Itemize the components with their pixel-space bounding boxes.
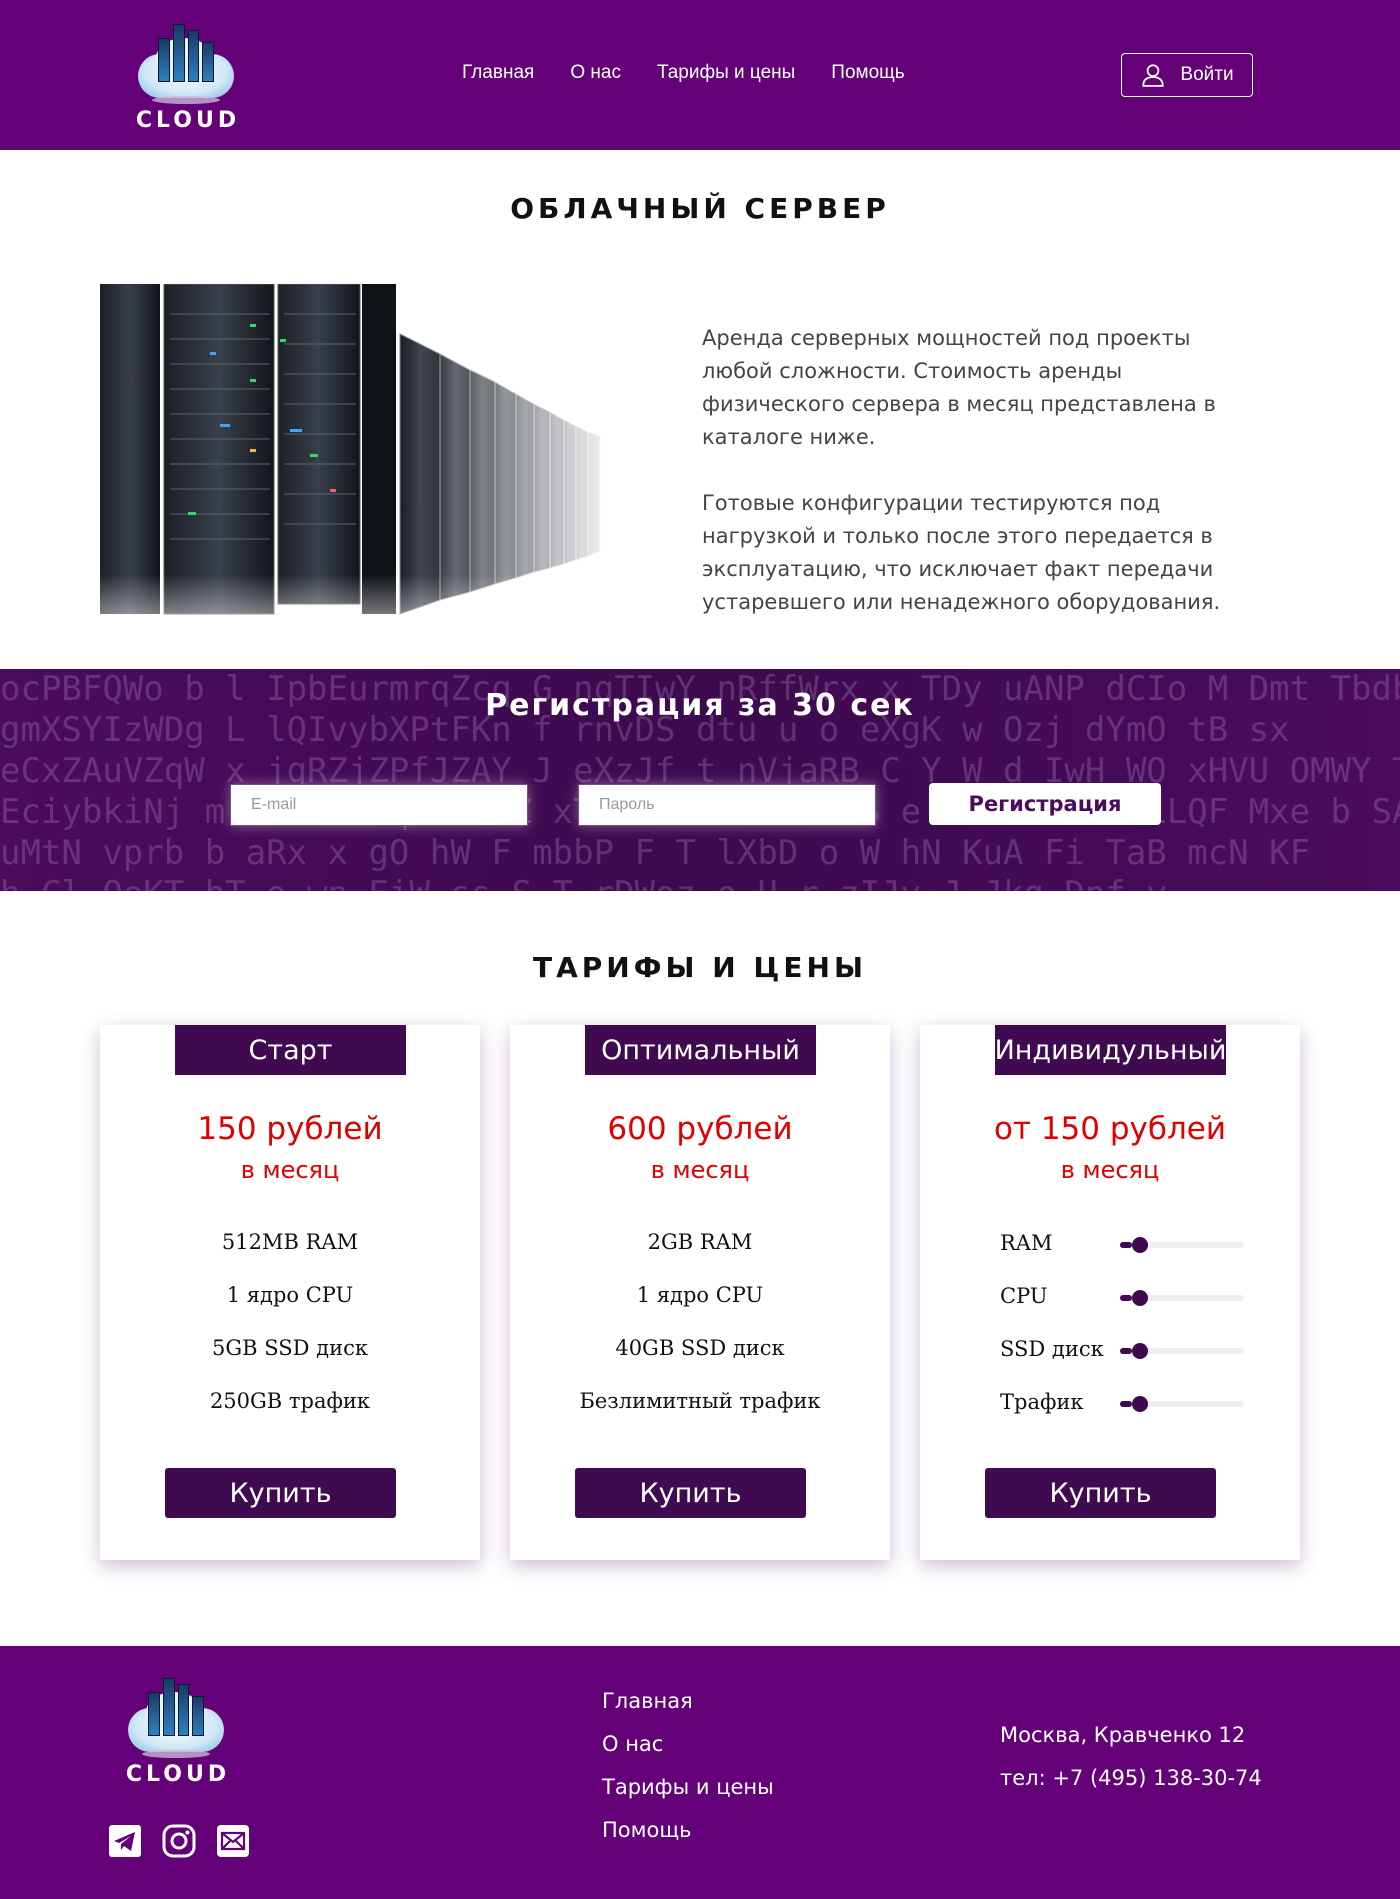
main-nav: Главная О нас Тарифы и цены Помощь <box>462 62 905 84</box>
address: Москва, Кравченко 12 <box>1000 1723 1246 1747</box>
plan-price: 150 рублей <box>197 1111 383 1147</box>
slider-handle[interactable] <box>1132 1237 1148 1253</box>
social-links <box>108 1824 250 1858</box>
plan-period: в месяц <box>650 1156 750 1184</box>
slider-label: SSD диск <box>1000 1337 1104 1361</box>
slider-handle[interactable] <box>1132 1290 1148 1306</box>
slider-track[interactable] <box>1120 1237 1244 1253</box>
instagram-icon[interactable] <box>162 1824 196 1858</box>
feature-item: 1 ядро CPU <box>226 1283 354 1307</box>
nav-home[interactable]: Главная <box>462 62 534 84</box>
logo-text: CLOUD <box>125 1762 231 1787</box>
buy-button[interactable]: Купить <box>985 1468 1216 1518</box>
email-input[interactable]: E-mail <box>230 784 528 826</box>
slider-handle[interactable] <box>1132 1343 1148 1359</box>
logo-server-icon <box>148 1678 204 1736</box>
plan-card-optimal: Оптимальный 600 рублей в месяц 2GB RAM 1… <box>510 1025 890 1560</box>
buy-button[interactable]: Купить <box>165 1468 396 1518</box>
feature-item: Безлимитный трафик <box>579 1389 821 1413</box>
hero-paragraph: Аренда серверных мощностей под проекты л… <box>702 326 1216 449</box>
pricing-title: ТАРИФЫ И ЦЕНЫ <box>533 951 867 984</box>
plan-period: в месяц <box>240 1156 340 1184</box>
slider-label: Трафик <box>1000 1390 1084 1414</box>
logo-text: CLOUD <box>135 108 241 133</box>
plan-features: 2GB RAM 1 ядро CPU 40GB SSD диск Безлими… <box>510 1230 890 1442</box>
footer-nav-home[interactable]: Главная <box>602 1688 774 1714</box>
slider-track[interactable] <box>1120 1290 1244 1306</box>
footer-nav: Главная О нас Тарифы и цены Помощь <box>602 1688 774 1843</box>
user-icon <box>1142 64 1165 87</box>
plan-card-start: Старт 150 рублей в месяц 512MB RAM 1 ядр… <box>100 1025 480 1560</box>
mail-icon[interactable] <box>216 1824 250 1858</box>
cpu-slider[interactable]: CPU <box>1000 1284 1260 1308</box>
footer-nav-help[interactable]: Помощь <box>602 1817 774 1843</box>
plan-price: от 150 рублей <box>993 1111 1227 1147</box>
buy-button[interactable]: Купить <box>575 1468 806 1518</box>
header-logo[interactable]: CLOUD <box>128 14 248 134</box>
slider-track[interactable] <box>1120 1343 1244 1359</box>
phone[interactable]: тел: +7 (495) 138-30-74 <box>1000 1765 1262 1791</box>
plan-card-individual: Индивидульный от 150 рублей в месяц RAM … <box>920 1025 1300 1560</box>
nav-pricing[interactable]: Тарифы и цены <box>657 62 795 84</box>
login-button[interactable]: Войти <box>1121 53 1253 97</box>
server-rack-image <box>100 284 620 668</box>
feature-item: 512MB RAM <box>221 1230 359 1254</box>
hero-description: Аренда серверных мощностей под проекты л… <box>702 322 1242 619</box>
slider-label: RAM <box>1000 1231 1053 1255</box>
plan-price: 600 рублей <box>607 1111 793 1147</box>
ram-slider[interactable]: RAM <box>1000 1231 1260 1255</box>
feature-item: 1 ядро CPU <box>636 1283 764 1307</box>
footer-logo[interactable]: CLOUD <box>118 1668 238 1788</box>
nav-about[interactable]: О нас <box>570 62 621 84</box>
slider-label: CPU <box>1000 1284 1048 1308</box>
register-button[interactable]: Регистрация <box>929 783 1161 825</box>
site-header: CLOUD Главная О нас Тарифы и цены Помощь… <box>0 0 1400 150</box>
registration-title: Регистрация за 30 сек <box>485 688 915 723</box>
password-input[interactable]: Пароль <box>578 784 876 826</box>
login-label: Войти <box>1180 64 1234 85</box>
hero-paragraph: Готовые конфигурации тестируются под наг… <box>702 491 1221 614</box>
telegram-icon[interactable] <box>108 1824 142 1858</box>
feature-item: 40GB SSD диск <box>615 1336 785 1360</box>
traffic-slider[interactable]: Трафик <box>1000 1390 1260 1414</box>
plan-name: Индивидульный <box>995 1025 1226 1075</box>
feature-item: 5GB SSD диск <box>212 1336 368 1360</box>
feature-item: 2GB RAM <box>647 1230 753 1254</box>
ssd-slider[interactable]: SSD диск <box>1000 1337 1260 1361</box>
plan-features: 512MB RAM 1 ядро CPU 5GB SSD диск 250GB … <box>100 1230 480 1442</box>
footer-nav-about[interactable]: О нас <box>602 1731 774 1757</box>
plan-period: в месяц <box>1060 1156 1160 1184</box>
slider-track[interactable] <box>1120 1396 1244 1412</box>
hero-title: ОБЛАЧНЫЙ СЕРВЕР <box>510 192 890 225</box>
plan-name: Старт <box>175 1025 406 1075</box>
contacts: Москва, Кравченко 12 тел: +7 (495) 138-3… <box>1000 1722 1262 1791</box>
nav-help[interactable]: Помощь <box>831 62 904 84</box>
slider-handle[interactable] <box>1132 1396 1148 1412</box>
logo-server-icon <box>158 24 214 82</box>
footer-nav-pricing[interactable]: Тарифы и цены <box>602 1774 774 1800</box>
plan-name: Оптимальный <box>585 1025 816 1075</box>
feature-item: 250GB трафик <box>209 1389 371 1413</box>
site-footer: CLOUD Главная О нас Тарифы и цены Помощь… <box>0 1646 1400 1899</box>
